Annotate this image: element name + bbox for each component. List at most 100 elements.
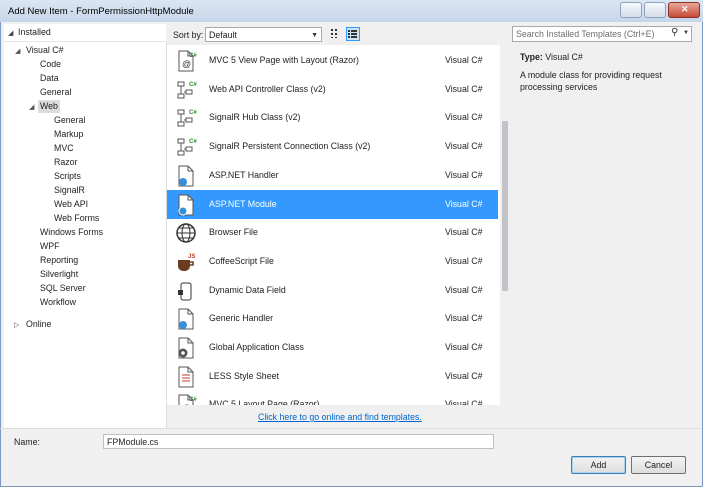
- search-templates-input[interactable]: Search Installed Templates (Ctrl+E) ⚲ ▼: [512, 26, 692, 42]
- expanded-arrow-icon[interactable]: ◢: [15, 47, 20, 55]
- template-language: Visual C#: [445, 255, 483, 266]
- template-type: Type: Visual C#: [520, 52, 583, 62]
- type-label: Type:: [520, 52, 543, 62]
- template-name: ASP.NET Handler: [209, 169, 279, 180]
- search-placeholder: Search Installed Templates (Ctrl+E): [516, 29, 655, 39]
- tree-item[interactable]: WPF: [40, 240, 60, 253]
- template-list: @ C# MVC 5 View Page with Layout (Razor) Vi…: [167, 45, 510, 405]
- maximize-button[interactable]: [644, 2, 666, 18]
- name-label: Name:: [14, 437, 40, 447]
- name-input[interactable]: FPModule.cs: [103, 434, 494, 449]
- close-button[interactable]: ✕: [668, 2, 700, 18]
- template-language: Visual C#: [445, 141, 483, 152]
- template-item[interactable]: ASP.NET Handler Visual C#: [167, 161, 498, 190]
- template-language: Visual C#: [445, 227, 483, 238]
- svg-text:JS: JS: [188, 254, 195, 260]
- template-item[interactable]: Browser File Visual C#: [167, 218, 498, 247]
- tree-item[interactable]: Silverlight: [40, 268, 78, 281]
- template-language: Visual C#: [445, 83, 483, 94]
- tree-item[interactable]: Workflow: [40, 296, 76, 309]
- search-icon: ⚲: [671, 27, 679, 38]
- grid-icon: [331, 29, 337, 38]
- globe-icon: [175, 222, 197, 244]
- scrollbar-thumb[interactable]: [502, 121, 508, 291]
- template-name: SignalR Persistent Connection Class (v2): [209, 141, 371, 152]
- template-list-scrollbar[interactable]: [500, 45, 510, 405]
- template-language: Visual C#: [445, 342, 483, 352]
- tree-item[interactable]: Web: [38, 100, 60, 113]
- tree-item[interactable]: Windows Forms: [40, 226, 103, 239]
- search-dropdown-icon: ▼: [683, 30, 689, 36]
- dynamic-data-icon: [175, 280, 197, 302]
- gear-file-icon: [175, 337, 197, 359]
- sort-by-dropdown[interactable]: Default ▼: [205, 27, 322, 42]
- tree-item[interactable]: Visual C#: [26, 44, 64, 57]
- minimize-button[interactable]: [620, 2, 642, 18]
- type-value: Visual C#: [545, 52, 583, 62]
- tree-item[interactable]: General: [40, 86, 71, 99]
- tree-item[interactable]: Data: [40, 72, 59, 85]
- csharp-class-icon: C#: [175, 136, 197, 158]
- tree-item[interactable]: Code: [40, 58, 61, 71]
- svg-text:C#: C#: [189, 139, 197, 145]
- tree-item[interactable]: Markup: [54, 128, 83, 141]
- template-name: Dynamic Data Field: [209, 284, 286, 295]
- sort-by-label: Sort by:: [173, 30, 204, 40]
- tree-item[interactable]: Scripts: [54, 170, 81, 183]
- svg-text:C#: C#: [189, 82, 197, 88]
- name-input-value: FPModule.cs: [107, 437, 159, 447]
- tree-item[interactable]: SQL Server: [40, 282, 86, 295]
- template-item[interactable]: Dynamic Data Field Visual C#: [167, 276, 498, 305]
- window-title: Add New Item - FormPermissionHttpModule: [8, 6, 194, 17]
- svg-text:C#: C#: [189, 397, 197, 403]
- template-language: Visual C#: [445, 55, 483, 65]
- template-name: MVC 5 View Page with Layout (Razor): [209, 55, 359, 65]
- template-item[interactable]: Global Application Class Visual C#: [167, 333, 498, 362]
- template-item[interactable]: @C# MVC 5 Layout Page (Razor) Visual C#: [167, 390, 498, 405]
- template-name: SignalR Hub Class (v2): [209, 112, 301, 123]
- cancel-button[interactable]: Cancel: [631, 456, 686, 474]
- template-language: Visual C#: [445, 198, 483, 209]
- collapsed-arrow-icon[interactable]: ▷: [14, 321, 19, 329]
- template-language: Visual C#: [445, 169, 483, 180]
- tree-item[interactable]: Web API: [54, 198, 88, 211]
- installed-label: Installed: [18, 27, 51, 37]
- template-language: Visual C#: [445, 313, 483, 324]
- template-item[interactable]: ASP.NET Module Visual C#: [167, 189, 498, 219]
- razor-view-icon: @C#: [175, 50, 197, 72]
- tree-item[interactable]: SignalR: [54, 184, 85, 197]
- tree-item[interactable]: Web Forms: [54, 212, 99, 225]
- csharp-class-icon: C#: [175, 79, 197, 101]
- add-button[interactable]: Add: [571, 456, 626, 474]
- tree-header[interactable]: ◢ Installed: [4, 24, 166, 42]
- template-name: LESS Style Sheet: [209, 370, 279, 381]
- template-language: Visual C#: [445, 370, 483, 381]
- template-name: CoffeeScript File: [209, 255, 274, 266]
- small-icons-view-button[interactable]: [329, 27, 343, 41]
- template-item[interactable]: @ C# MVC 5 View Page with Layout (Razor) Vi…: [167, 46, 498, 75]
- tree-item[interactable]: MVC: [54, 142, 74, 155]
- expanded-arrow-icon[interactable]: ◢: [29, 103, 34, 111]
- tree-item[interactable]: General: [54, 114, 85, 127]
- template-language: Visual C#: [445, 112, 483, 123]
- template-item[interactable]: LESS Style Sheet Visual C#: [167, 362, 498, 391]
- close-icon: ✕: [681, 4, 689, 14]
- template-name: Generic Handler: [209, 313, 274, 324]
- template-name: MVC 5 Layout Page (Razor): [209, 399, 320, 405]
- template-name: Browser File: [209, 227, 258, 238]
- tree-item[interactable]: Reporting: [40, 254, 78, 267]
- tree-item-online[interactable]: Online: [26, 318, 51, 331]
- template-name: Global Application Class: [209, 342, 304, 352]
- tree-item[interactable]: Razor: [54, 156, 77, 169]
- template-item[interactable]: C# SignalR Hub Class (v2) Visual C#: [167, 103, 498, 132]
- template-language: Visual C#: [445, 399, 483, 405]
- csharp-class-icon: C#: [175, 107, 197, 129]
- template-item[interactable]: JS CoffeeScript File Visual C#: [167, 247, 498, 276]
- template-item[interactable]: C# SignalR Persistent Connection Class (v…: [167, 132, 498, 161]
- stylesheet-icon: [175, 366, 197, 388]
- list-view-button[interactable]: [346, 27, 360, 41]
- find-online-templates-link[interactable]: Click here to go online and find templat…: [258, 412, 422, 422]
- template-item[interactable]: Generic Handler Visual C#: [167, 304, 498, 333]
- template-item[interactable]: C# Web API Controller Class (v2) Visual C#: [167, 75, 498, 104]
- template-category-tree: ◢ Visual C# Code Data General ◢ Web General Mark…: [4, 42, 167, 428]
